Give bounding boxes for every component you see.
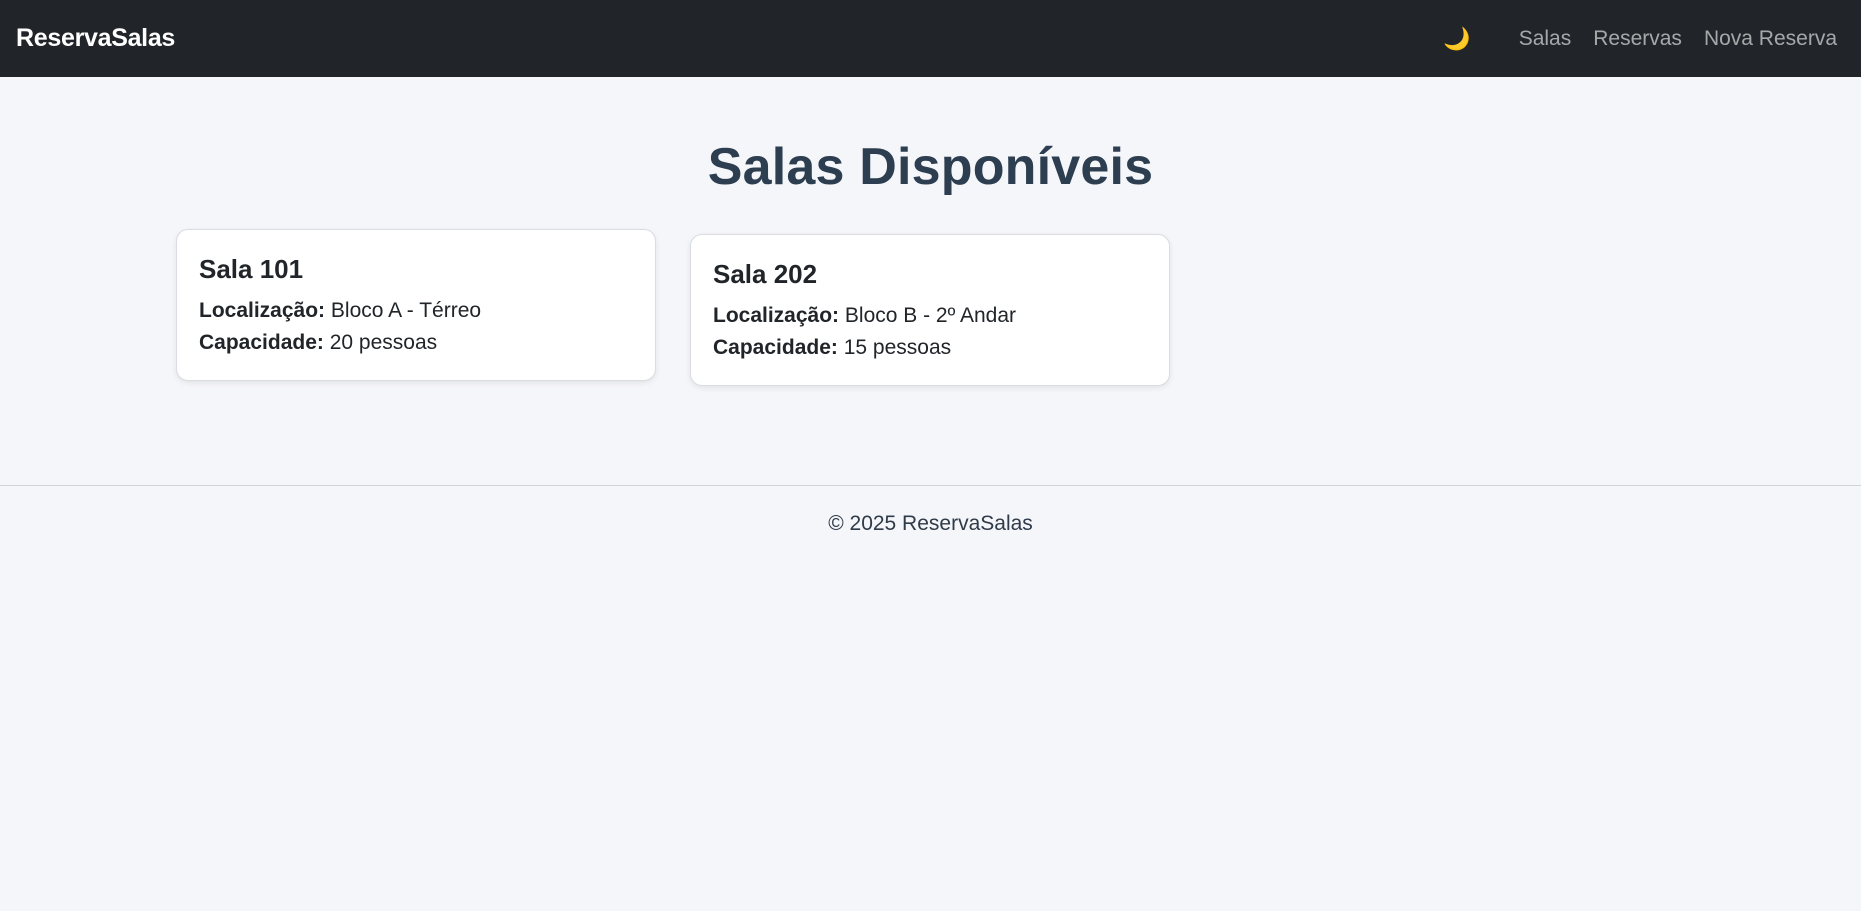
location-label: Localização: [199,299,326,322]
capacity-label: Capacidade: [199,331,324,354]
page-title: Salas Disponíveis [707,138,1154,196]
capacity-label: Capacidade: [713,336,838,359]
room-name: Sala 101 [199,254,304,284]
room-capacity: Capacidade: 15 pessoas [713,336,1147,360]
footer-divider [0,485,1861,486]
room-card[interactable]: Sala 202 Localização: Bloco B - 2º Andar… [690,234,1170,386]
location-label: Localização: [713,304,840,327]
navbar: ReservaSalas 🌙 Salas Reservas Nova Reser… [0,0,1861,77]
room-name: Sala 202 [713,259,818,289]
room-card[interactable]: Sala 101 Localização: Bloco A - Térreo C… [176,229,656,381]
location-value: Bloco A - Térreo [330,299,482,322]
nav-links: 🌙 Salas Reservas Nova Reserva [1443,27,1837,51]
footer-copyright: © 2025 ReservaSalas [828,512,1033,535]
nav-link-nova-reserva[interactable]: Nova Reserva [1704,27,1837,51]
moon-icon[interactable]: 🌙 [1443,27,1470,50]
capacity-value: 15 pessoas [843,336,952,359]
room-location: Localização: Bloco B - 2º Andar [713,304,1147,328]
nav-link-salas[interactable]: Salas [1519,27,1572,51]
room-capacity: Capacidade: 20 pessoas [199,331,633,355]
location-value: Bloco B - 2º Andar [844,304,1016,327]
nav-link-reservas[interactable]: Reservas [1593,27,1682,51]
capacity-value: 20 pessoas [329,331,438,354]
room-location: Localização: Bloco A - Térreo [199,299,633,323]
brand-logo-link[interactable]: ReservaSalas [16,24,175,53]
